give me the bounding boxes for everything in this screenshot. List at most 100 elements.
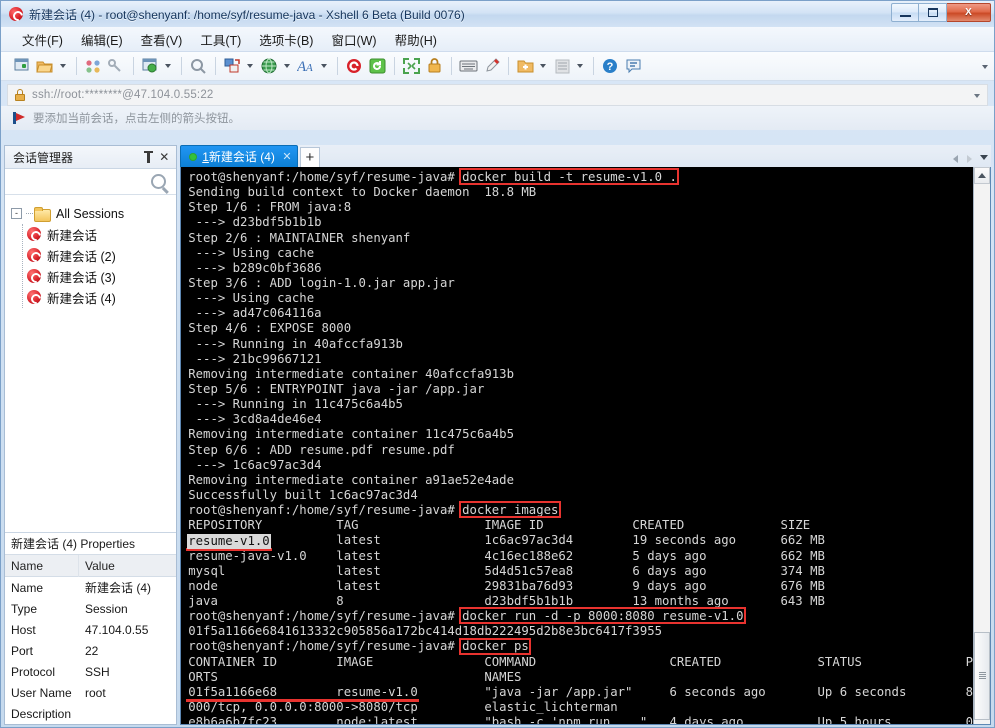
tab-nav: [950, 152, 989, 166]
lock-icon[interactable]: [423, 55, 445, 77]
open-folder-icon[interactable]: [34, 55, 56, 77]
xshell-icon[interactable]: [343, 55, 365, 77]
table-row[interactable]: Name 新建会话 (4): [5, 577, 177, 598]
chevron-left-icon[interactable]: [950, 152, 961, 166]
menu-file[interactable]: 文件(F): [13, 28, 72, 51]
minimize-button[interactable]: [891, 3, 919, 22]
session-item-label: 新建会话: [47, 229, 98, 243]
terminal-line: mysql latest 5d4d51c57ea8 6 days ago 374…: [188, 563, 825, 578]
terminal-wrapper: root@shenyanf:/home/syf/resume-java# doc…: [180, 167, 991, 725]
chevron-down-icon[interactable]: [978, 152, 989, 166]
session-icon: [27, 227, 42, 242]
toolbar-separator: [181, 57, 182, 75]
menu-window[interactable]: 窗口(W): [322, 28, 385, 51]
properties-dropdown-icon[interactable]: [162, 55, 173, 77]
terminal-line: Step 3/6 : ADD login-1.0.jar app.jar: [188, 275, 455, 290]
scrollbar-thumb[interactable]: [974, 632, 990, 720]
open-folder-dropdown-icon[interactable]: [57, 55, 68, 77]
chat-icon[interactable]: [622, 55, 644, 77]
help-icon[interactable]: ?: [599, 55, 621, 77]
close-icon[interactable]: ✕: [281, 150, 293, 163]
minimize-icon: [899, 14, 911, 17]
new-session-icon[interactable]: [11, 55, 33, 77]
terminal-output[interactable]: root@shenyanf:/home/syf/resume-java# doc…: [181, 167, 973, 724]
chevron-down-icon[interactable]: [974, 94, 980, 98]
search-icon[interactable]: [151, 174, 167, 189]
table-row[interactable]: Port 22: [5, 640, 177, 661]
main-area: 会话管理器 ✕ - All Sessions 新建会话 新建会话 (2) 新建会…: [4, 145, 991, 725]
terminal-line: Step 6/6 : ADD resume.pdf resume.pdf: [188, 442, 455, 457]
globe-icon[interactable]: [258, 55, 280, 77]
terminal-line: root@shenyanf:/home/syf/resume-java# doc…: [188, 503, 559, 518]
terminal-line: ---> b289c0bf3686: [188, 260, 322, 275]
session-item-4[interactable]: 新建会话 (4): [23, 287, 176, 308]
add-note-dropdown-icon[interactable]: [537, 55, 548, 77]
expander-icon[interactable]: -: [11, 208, 22, 219]
table-row[interactable]: Description: [5, 703, 177, 724]
hint-text: 要添加当前会话，点击左侧的箭头按钮。: [33, 113, 240, 125]
sessions-icon[interactable]: [82, 55, 104, 77]
close-panel-button[interactable]: ✕: [156, 149, 172, 165]
properties-header-name: Name: [5, 554, 79, 577]
menu-view[interactable]: 查看(V): [132, 28, 192, 51]
session-item-label: 新建会话 (4): [47, 292, 116, 306]
menu-tools[interactable]: 工具(T): [191, 28, 250, 51]
list-dropdown-icon[interactable]: [574, 55, 585, 77]
session-manager-panel: 会话管理器 ✕ - All Sessions 新建会话 新建会话 (2) 新建会…: [4, 145, 178, 725]
list-icon[interactable]: [551, 55, 573, 77]
link-icon[interactable]: [105, 55, 127, 77]
close-button[interactable]: X: [947, 3, 991, 22]
table-row[interactable]: Host 47.104.0.55: [5, 619, 177, 640]
terminal-scrollbar[interactable]: [973, 167, 990, 724]
terminal-line: ---> Running in 40afccfa913b: [188, 336, 403, 351]
terminal-line: Successfully built 1c6ac97ac3d4: [188, 487, 418, 502]
toolbar-overflow-chevron-down-icon[interactable]: [982, 52, 988, 81]
transfer-icon[interactable]: [221, 55, 243, 77]
terminal-line: ORTS NAMES: [188, 669, 522, 684]
pin-button[interactable]: [140, 149, 156, 165]
highlight-icon[interactable]: [480, 55, 502, 77]
new-tab-button[interactable]: +: [299, 147, 320, 167]
session-item-2[interactable]: 新建会话 (2): [23, 245, 176, 266]
keyboard-icon[interactable]: [457, 55, 479, 77]
table-row[interactable]: User Name root: [5, 682, 177, 703]
menu-edit[interactable]: 编辑(E): [72, 28, 132, 51]
find-icon[interactable]: [187, 55, 209, 77]
terminal-line: Removing intermediate container 40afccfa…: [188, 366, 514, 381]
font-dropdown-icon[interactable]: [318, 55, 329, 77]
terminal-line: Removing intermediate container a91ae52e…: [188, 472, 514, 487]
toolbar: AA ?: [1, 52, 994, 81]
reconnect-icon[interactable]: [366, 55, 388, 77]
terminal-line: ---> ad47c064116a: [188, 306, 322, 321]
menu-tabs[interactable]: 选项卡(B): [250, 28, 322, 51]
session-search-row[interactable]: [5, 169, 177, 195]
table-row[interactable]: Type Session: [5, 598, 177, 619]
session-manager-title: 会话管理器: [13, 150, 74, 165]
toolbar-separator: [337, 57, 338, 75]
terminal-line: Step 5/6 : ENTRYPOINT java -jar /app.jar: [188, 381, 485, 396]
table-row[interactable]: Protocol SSH: [5, 661, 177, 682]
hint-bar: 要添加当前会话，点击左侧的箭头按钮。: [1, 106, 994, 130]
address-input[interactable]: ssh://root:********@47.104.0.55:22: [32, 89, 214, 101]
add-note-icon[interactable]: [514, 55, 536, 77]
tree-children: 新建会话 新建会话 (2) 新建会话 (3) 新建会话 (4): [22, 224, 176, 308]
scrollbar-track[interactable]: [974, 184, 990, 724]
scroll-up-arrow[interactable]: [974, 167, 990, 184]
transfer-dropdown-icon[interactable]: [244, 55, 255, 77]
session-item-1[interactable]: 新建会话: [23, 224, 176, 245]
maximize-button[interactable]: [919, 3, 947, 22]
chevron-right-icon[interactable]: [964, 152, 975, 166]
properties-icon[interactable]: [139, 55, 161, 77]
tree-root-all-sessions[interactable]: - All Sessions: [11, 203, 176, 224]
address-bar[interactable]: ssh://root:********@47.104.0.55:22: [7, 84, 988, 106]
font-icon[interactable]: AA: [295, 55, 317, 77]
globe-dropdown-icon[interactable]: [281, 55, 292, 77]
session-item-3[interactable]: 新建会话 (3): [23, 266, 176, 287]
session-item-label: 新建会话 (2): [47, 250, 116, 264]
scrollbar-grip: [978, 672, 986, 680]
tab-session-4[interactable]: 1新建会话 (4) ✕: [180, 145, 298, 167]
toolbar-separator: [76, 57, 77, 75]
menu-help[interactable]: 帮助(H): [386, 28, 446, 51]
fullscreen-icon[interactable]: [400, 55, 422, 77]
properties-table: Name Value Name 新建会话 (4) Type Session Ho…: [5, 554, 177, 724]
